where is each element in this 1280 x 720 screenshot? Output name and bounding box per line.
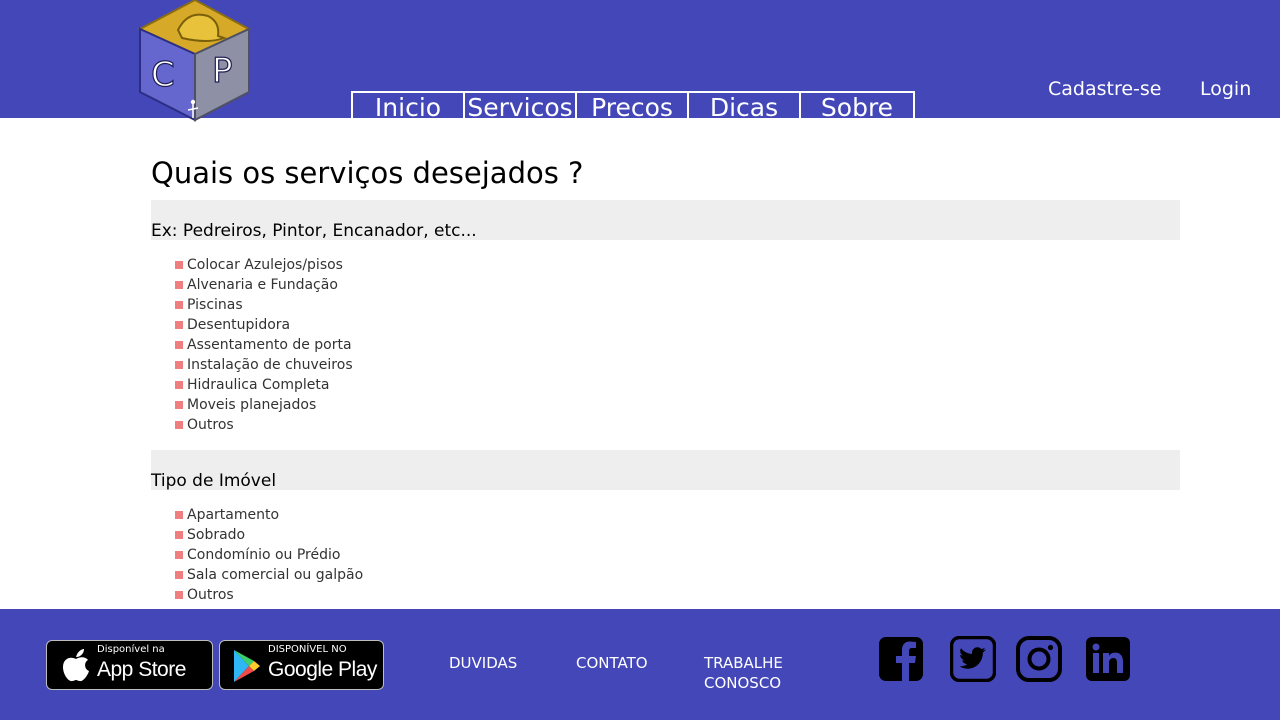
property-heading: Tipo de Imóvel bbox=[151, 471, 277, 491]
bullet-icon bbox=[175, 361, 183, 369]
bullet-icon bbox=[175, 261, 183, 269]
list-item[interactable]: Hidraulica Completa bbox=[175, 375, 353, 395]
list-item[interactable]: Moveis planejados bbox=[175, 395, 353, 415]
instagram-icon[interactable] bbox=[1016, 636, 1062, 682]
list-item[interactable]: Outros bbox=[175, 415, 353, 435]
list-item[interactable]: Desentupidora bbox=[175, 315, 353, 335]
nav-item-dicas[interactable]: Dicas bbox=[689, 93, 801, 118]
twitter-icon[interactable] bbox=[950, 636, 996, 682]
site-footer: Disponível na App Store DISPONÍVEL NO Go… bbox=[0, 609, 1280, 720]
apple-icon bbox=[63, 649, 89, 682]
login-link[interactable]: Login bbox=[1200, 78, 1251, 100]
list-item[interactable]: Assentamento de porta bbox=[175, 335, 353, 355]
google-play-big-text: Google Play bbox=[268, 658, 377, 681]
google-play-small-text: DISPONÍVEL NO bbox=[268, 644, 347, 655]
list-item[interactable]: Sala comercial ou galpão bbox=[175, 565, 363, 585]
bullet-icon bbox=[175, 341, 183, 349]
nav-item-inicio[interactable]: Inicio bbox=[353, 93, 465, 118]
bullet-icon bbox=[175, 571, 183, 579]
list-item[interactable]: Outros bbox=[175, 585, 363, 605]
main-nav: Inicio Servicos Precos Dicas Sobre bbox=[351, 91, 915, 118]
facebook-icon[interactable] bbox=[878, 636, 924, 682]
bullet-icon bbox=[175, 301, 183, 309]
services-heading: Ex: Pedreiros, Pintor, Encanador, etc... bbox=[151, 221, 477, 241]
list-item[interactable]: Instalação de chuveiros bbox=[175, 355, 353, 375]
bullet-icon bbox=[175, 531, 183, 539]
footer-link-trabalhe-conosco[interactable]: TRABALHE CONOSCO bbox=[704, 653, 783, 693]
nav-item-precos[interactable]: Precos bbox=[577, 93, 689, 118]
services-section-header: Ex: Pedreiros, Pintor, Encanador, etc... bbox=[151, 200, 1180, 241]
bullet-icon bbox=[175, 551, 183, 559]
bullet-icon bbox=[175, 511, 183, 519]
nav-item-sobre[interactable]: Sobre bbox=[801, 93, 913, 118]
app-store-button[interactable]: Disponível na App Store bbox=[46, 640, 213, 690]
list-item[interactable]: Colocar Azulejos/pisos bbox=[175, 255, 353, 275]
bullet-icon bbox=[175, 401, 183, 409]
google-play-button[interactable]: DISPONÍVEL NO Google Play bbox=[219, 640, 384, 690]
page-title: Quais os serviços desejados ? bbox=[151, 156, 584, 190]
logo[interactable]: C P bbox=[137, 0, 252, 122]
nav-item-servicos[interactable]: Servicos bbox=[465, 93, 577, 118]
logo-cube-icon: C P bbox=[137, 0, 252, 122]
property-list: Apartamento Sobrado Condomínio ou Prédio… bbox=[175, 505, 363, 605]
list-item[interactable]: Sobrado bbox=[175, 525, 363, 545]
list-item[interactable]: Condomínio ou Prédio bbox=[175, 545, 363, 565]
list-item[interactable]: Alvenaria e Fundação bbox=[175, 275, 353, 295]
property-section-header: Tipo de Imóvel bbox=[151, 450, 1180, 491]
site-header: C P Inicio Servicos Precos Dicas Sobre C… bbox=[0, 0, 1280, 122]
bullet-icon bbox=[175, 421, 183, 429]
bullet-icon bbox=[175, 381, 183, 389]
logo-letter-p: P bbox=[212, 51, 233, 91]
bullet-icon bbox=[175, 281, 183, 289]
list-item[interactable]: Apartamento bbox=[175, 505, 363, 525]
bullet-icon bbox=[175, 591, 183, 599]
signup-link[interactable]: Cadastre-se bbox=[1048, 78, 1162, 100]
footer-link-contato[interactable]: CONTATO bbox=[576, 653, 648, 673]
list-item[interactable]: Piscinas bbox=[175, 295, 353, 315]
google-play-icon bbox=[234, 650, 260, 682]
app-store-big-text: App Store bbox=[97, 658, 186, 681]
services-list: Colocar Azulejos/pisos Alvenaria e Funda… bbox=[175, 255, 353, 435]
bullet-icon bbox=[175, 321, 183, 329]
logo-letter-c: C bbox=[151, 55, 175, 95]
footer-link-duvidas[interactable]: DUVIDAS bbox=[449, 653, 517, 673]
linkedin-icon[interactable] bbox=[1085, 636, 1131, 682]
app-store-small-text: Disponível na bbox=[97, 644, 165, 655]
